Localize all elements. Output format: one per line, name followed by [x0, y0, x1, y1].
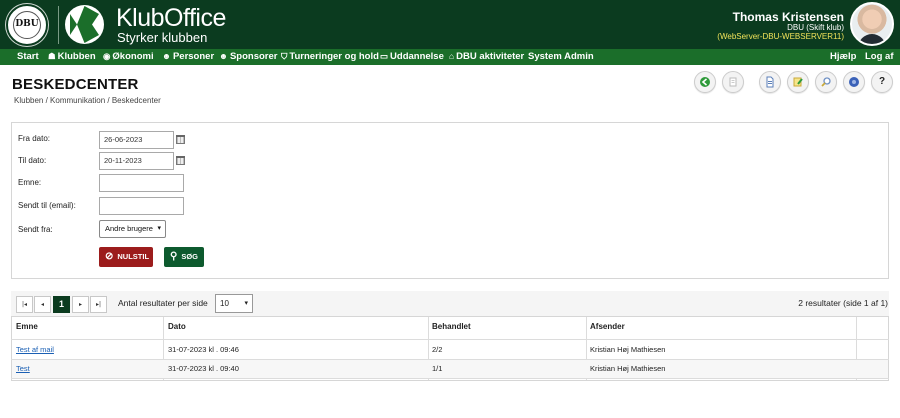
chevron-down-icon: ▾: [244, 300, 248, 307]
search-submit-button[interactable]: ⚲ SØG: [164, 247, 204, 267]
column-header-handled[interactable]: Behandlet: [432, 322, 471, 331]
column-header-date[interactable]: Dato: [168, 322, 186, 331]
main-nav: Start ☗ Klubben ◉ Økonomi ☻ Personer ☻ Spons…: [0, 49, 900, 65]
edit-icon: [793, 77, 803, 87]
nav-klubben[interactable]: ☗ Klubben: [48, 51, 96, 62]
help-button[interactable]: [843, 71, 865, 93]
to-date-label: Til dato:: [18, 156, 47, 165]
breadcrumb[interactable]: Klubben / Kommunikation / Beskedcenter: [14, 96, 161, 105]
calendar-icon[interactable]: [176, 156, 185, 165]
chevron-down-icon: ▾: [157, 225, 161, 232]
message-subject-link[interactable]: Test: [16, 364, 30, 373]
message-handled: 2/2: [432, 345, 443, 354]
message-handled: 1/1: [432, 364, 443, 373]
calendar-icon[interactable]: [176, 135, 185, 144]
search-button[interactable]: [815, 71, 837, 93]
message-sender: Kristian Høj Mathiesen: [590, 364, 666, 373]
user-name[interactable]: Thomas Kristensen: [733, 10, 844, 24]
copy-icon: [729, 77, 737, 87]
message-sender: Kristian Høj Mathiesen: [590, 345, 666, 354]
from-date-label: Fra dato:: [18, 134, 51, 143]
nav-turneringer[interactable]: ⛉ Turneringer og hold: [281, 51, 379, 62]
subject-input[interactable]: [99, 174, 184, 192]
app-header: DBU KlubOffice Styrker klubben Thomas Kr…: [0, 0, 900, 49]
per-page-label: Antal resultater per side: [118, 298, 208, 308]
new-document-button[interactable]: [759, 71, 781, 93]
pager-prev-button[interactable]: ◂: [34, 296, 51, 313]
sponsor-icon: ☻: [219, 51, 228, 61]
edit-button[interactable]: [787, 71, 809, 93]
graduation-cap-icon: ⌂: [449, 51, 455, 61]
page-title: BESKEDCENTER: [12, 76, 139, 93]
nav-help[interactable]: Hjælp: [830, 51, 856, 62]
back-icon: [700, 77, 710, 87]
pager-first-button[interactable]: |◂: [16, 296, 33, 313]
pager-next-button[interactable]: ▸: [72, 296, 89, 313]
help-icon: [849, 77, 859, 87]
kluboffice-logo-icon[interactable]: [64, 4, 105, 45]
pager-last-button[interactable]: ▸|: [90, 296, 107, 313]
nav-uddannelse[interactable]: ▭ Uddannelse: [380, 51, 444, 62]
message-date: 31-07-2023 kl . 09:40: [168, 364, 239, 373]
avatar[interactable]: [850, 2, 894, 46]
question-button[interactable]: ?: [871, 71, 893, 93]
row-divider: [11, 339, 889, 340]
row-divider: [11, 359, 889, 360]
sent-from-label: Sendt fra:: [18, 225, 53, 234]
dbu-logo-text: DBU: [15, 19, 39, 29]
nav-logout[interactable]: Log af: [865, 51, 894, 62]
sent-to-label: Sendt til (email):: [18, 201, 76, 210]
from-date-input[interactable]: 26-06-2023: [99, 131, 174, 149]
server-label: (WebServer-DBU-WEBSERVER11): [717, 32, 844, 41]
message-date: 31-07-2023 kl . 09:46: [168, 345, 239, 354]
shield-icon: ⛉: [281, 51, 288, 61]
reset-button[interactable]: ⊘ NULSTIL: [99, 247, 153, 267]
nav-sponsorer[interactable]: ☻ Sponsorer: [219, 51, 277, 62]
ban-icon: ⊘: [105, 251, 114, 262]
copy-button[interactable]: [722, 71, 744, 93]
result-count: 2 resultater (side 1 af 1): [798, 298, 888, 308]
person-icon: ☻: [162, 51, 171, 61]
question-icon: ?: [878, 76, 886, 87]
nav-personer[interactable]: ☻ Personer: [162, 51, 214, 62]
row-divider: [11, 378, 889, 379]
message-subject-link[interactable]: Test af mail: [16, 345, 54, 354]
monitor-icon: ▭: [380, 51, 389, 61]
subject-label: Emne:: [18, 178, 42, 187]
nav-okonomi[interactable]: ◉ Økonomi: [103, 51, 154, 62]
column-header-sender[interactable]: Afsender: [590, 322, 625, 331]
to-date-input[interactable]: 20-11-2023: [99, 152, 174, 170]
column-header-subject[interactable]: Emne: [16, 322, 38, 331]
per-page-value: 10: [220, 299, 229, 308]
per-page-select[interactable]: 10 ▾: [215, 294, 253, 313]
nav-system-admin[interactable]: System Admin: [528, 51, 594, 62]
sent-to-input[interactable]: [99, 197, 184, 215]
sent-from-select[interactable]: Andre brugere ▾: [99, 220, 166, 238]
brand-title: KlubOffice: [116, 4, 226, 32]
dbu-logo[interactable]: DBU: [6, 4, 48, 46]
people-icon: ☗: [48, 51, 56, 61]
nav-start[interactable]: Start: [17, 51, 39, 62]
table-row-bg: [12, 359, 888, 378]
back-button[interactable]: [694, 71, 716, 93]
document-icon: [766, 76, 774, 88]
search-icon: ⚲: [170, 251, 178, 262]
search-icon: [821, 77, 831, 87]
switch-club-link[interactable]: DBU (Skift klub): [787, 23, 844, 32]
nav-dbu-aktiviteter[interactable]: ⌂ DBU aktiviteter: [449, 51, 524, 62]
brand-subtitle: Styrker klubben: [117, 30, 208, 45]
sent-from-value: Andre brugere: [105, 224, 153, 233]
pager-current-page[interactable]: 1: [53, 296, 70, 313]
coin-icon: ◉: [103, 51, 111, 61]
header-divider: [58, 6, 59, 44]
